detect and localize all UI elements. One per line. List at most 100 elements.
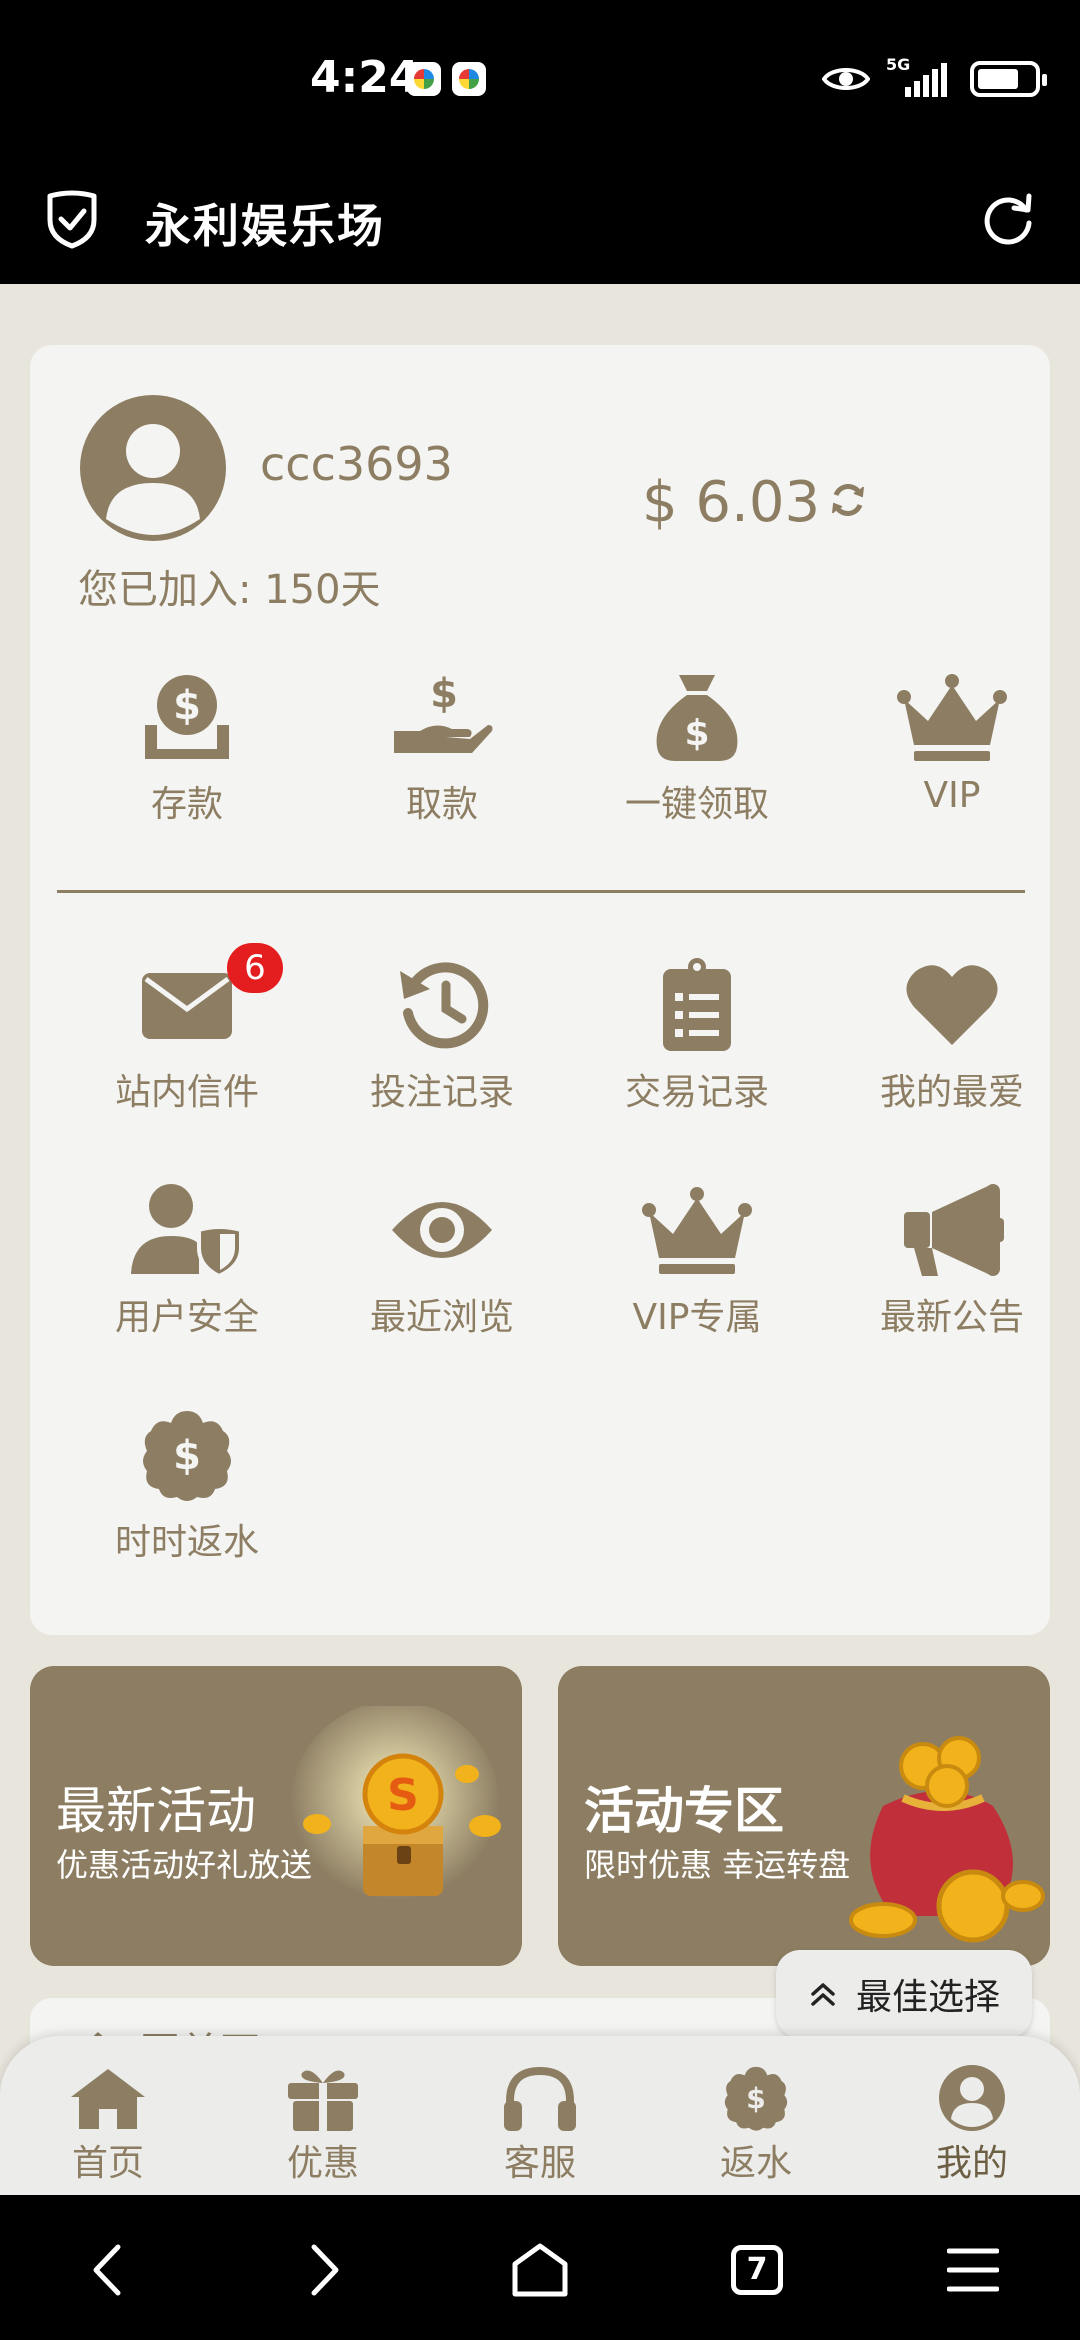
- nav-rebate-label: 返水: [719, 2143, 792, 2184]
- bottom-nav: 首页 优惠 客服 $ 返水 我的: [0, 2036, 1080, 2195]
- chevron-right-icon: [311, 2244, 339, 2296]
- balance-amount: $ 6.03: [642, 470, 821, 535]
- deposit-label: 存款: [150, 784, 223, 825]
- battery-icon: [970, 61, 1047, 97]
- user-icon: [106, 424, 200, 535]
- nav-home[interactable]: 首页: [43, 2064, 173, 2186]
- banner-title: 活动专区: [584, 1782, 784, 1840]
- vip-exclusive-button[interactable]: VIP专属: [592, 1180, 802, 1340]
- chevron-left-icon: [93, 2244, 121, 2296]
- home-button[interactable]: [505, 2235, 575, 2305]
- money-bag-icon: $: [656, 675, 738, 761]
- messages-button[interactable]: 6 站内信件: [82, 943, 292, 1115]
- svg-text:$: $: [684, 713, 709, 754]
- shield-check-icon[interactable]: [44, 188, 100, 250]
- vip-button[interactable]: VIP: [847, 667, 1057, 816]
- user-security-label: 用户安全: [114, 1297, 259, 1338]
- withdraw-label: 取款: [405, 784, 478, 825]
- megaphone-icon: [904, 1184, 1004, 1276]
- nav-rebate[interactable]: $ 返水: [691, 2064, 821, 2186]
- recent-views-label: 最近浏览: [369, 1297, 514, 1338]
- messages-label: 站内信件: [114, 1072, 259, 1113]
- user-security-button[interactable]: 用户安全: [82, 1180, 292, 1340]
- avatar[interactable]: [80, 395, 226, 541]
- signal-icon: 5G: [886, 55, 954, 99]
- joined-days: 您已加入: 150天: [78, 567, 381, 613]
- app-root: 4:24 5G 永利娱乐场 ccc3693 $ 6.03 您已加入: 150天: [0, 0, 1080, 2340]
- home-icon: [71, 2069, 145, 2129]
- headset-icon: [504, 2066, 576, 2131]
- svg-text:$: $: [173, 683, 201, 729]
- svg-text:S: S: [387, 1770, 419, 1821]
- crown-icon: [642, 1187, 752, 1274]
- best-choice-button[interactable]: 最佳选择: [776, 1950, 1032, 2038]
- bet-history-button[interactable]: 投注记录: [337, 955, 547, 1115]
- app-notification-icon: [452, 62, 486, 96]
- refresh-icon[interactable]: [980, 188, 1036, 248]
- double-chevron-up-icon: [811, 1983, 835, 2006]
- nav-support-label: 客服: [503, 2143, 576, 2184]
- menu-icon: [947, 2248, 999, 2292]
- claim-all-button[interactable]: $ 一键领取: [592, 667, 802, 827]
- eye-icon: [822, 68, 870, 90]
- mail-icon: [142, 973, 232, 1039]
- heart-icon: [906, 965, 998, 1045]
- nav-mine[interactable]: 我的: [907, 2064, 1037, 2186]
- withdraw-icon: $: [394, 671, 493, 753]
- title-bar: 永利娱乐场: [0, 160, 1080, 284]
- divider: [57, 890, 1025, 893]
- refresh-icon[interactable]: [828, 480, 868, 520]
- history-icon: [400, 962, 489, 1049]
- nav-support[interactable]: 客服: [475, 2064, 605, 2186]
- deposit-icon: $: [145, 675, 229, 759]
- transactions-button[interactable]: 交易记录: [592, 955, 802, 1115]
- events-zone-banner[interactable]: 活动专区 限时优惠 幸运转盘: [558, 1666, 1050, 1966]
- treasure-chest-icon: S: [290, 1706, 501, 1911]
- user-icon: [939, 2065, 1005, 2131]
- status-time: 4:24: [310, 52, 420, 103]
- latest-events-banner[interactable]: 最新活动 优惠活动好礼放送 S: [30, 1666, 522, 1966]
- lucky-bag-icon: [849, 1736, 1045, 1943]
- deposit-button[interactable]: $ 存款: [82, 667, 292, 827]
- crown-icon: [897, 674, 1007, 761]
- vip-exclusive-label: VIP专属: [632, 1297, 762, 1338]
- gift-icon: [288, 2070, 358, 2131]
- banner-subtitle: 优惠活动好礼放送: [56, 1846, 313, 1884]
- menu-button[interactable]: [938, 2235, 1008, 2305]
- withdraw-button[interactable]: $ 取款: [337, 667, 547, 827]
- vip-label: VIP: [923, 775, 981, 816]
- username: ccc3693: [260, 437, 453, 491]
- nav-promotions[interactable]: 优惠: [258, 2064, 388, 2186]
- status-icons: 5G: [822, 55, 1047, 100]
- claim-all-label: 一键领取: [624, 784, 769, 825]
- app-notification-icon: [407, 62, 441, 96]
- svg-text:$: $: [173, 1433, 201, 1479]
- system-nav-bar: 7: [0, 2195, 1080, 2340]
- rebate-label: 时时返水: [114, 1522, 259, 1563]
- home-icon: [512, 2243, 568, 2297]
- account-card: ccc3693 $ 6.03 您已加入: 150天 $ 存款 $ 取款 $ 一键…: [30, 345, 1050, 1635]
- recent-views-button[interactable]: 最近浏览: [337, 1180, 547, 1340]
- back-button[interactable]: [72, 2235, 142, 2305]
- nav-promotions-label: 优惠: [286, 2143, 359, 2184]
- best-choice-label: 最佳选择: [855, 1977, 1000, 2018]
- rebate-button[interactable]: $ 时时返水: [82, 1405, 292, 1565]
- tabs-button[interactable]: 7: [722, 2235, 792, 2305]
- unread-badge: 6: [227, 943, 283, 993]
- favorites-label: 我的最爱: [879, 1072, 1024, 1113]
- announcements-label: 最新公告: [879, 1297, 1024, 1338]
- svg-text:$: $: [430, 671, 458, 717]
- announcements-button[interactable]: 最新公告: [847, 1180, 1057, 1340]
- rebate-icon: $: [143, 1411, 231, 1501]
- forward-button[interactable]: [290, 2235, 360, 2305]
- eye-icon: [392, 1202, 492, 1258]
- nav-home-label: 首页: [71, 2143, 144, 2184]
- rebate-icon: $: [724, 2066, 788, 2131]
- bet-history-label: 投注记录: [369, 1072, 514, 1113]
- page-title: 永利娱乐场: [145, 199, 385, 253]
- clipboard-icon: [663, 958, 731, 1051]
- favorites-button[interactable]: 我的最爱: [847, 955, 1057, 1115]
- user-shield-icon: [131, 1184, 243, 1278]
- banner-subtitle: 限时优惠 幸运转盘: [584, 1846, 851, 1884]
- transactions-label: 交易记录: [624, 1072, 769, 1113]
